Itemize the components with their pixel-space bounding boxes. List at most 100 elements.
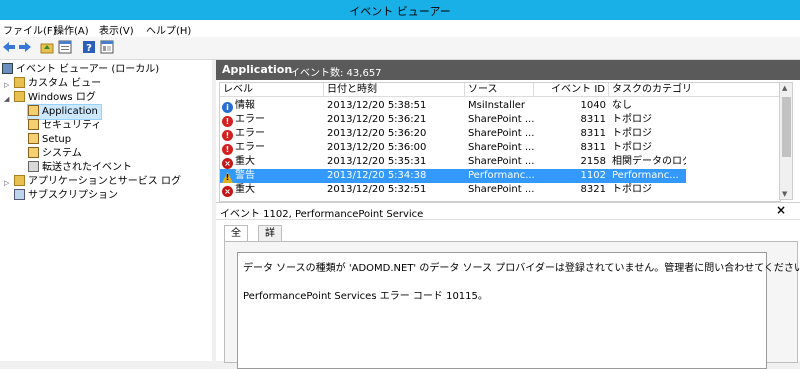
- cell-level: i 情報: [222, 99, 322, 113]
- tree-item-application[interactable]: Application: [27, 104, 102, 120]
- cell-source: SharePoint ...: [468, 114, 534, 125]
- message-line-2: PerformancePoint Services エラー コード 10115。: [243, 291, 488, 302]
- level-label: 重大: [235, 184, 255, 195]
- cell-category: なし: [612, 100, 632, 111]
- cell-datetime: 2013/12/20 5:34:38: [327, 170, 427, 181]
- cell-datetime: 2013/12/20 5:38:51: [327, 100, 427, 111]
- help-icon[interactable]: ?: [82, 40, 96, 54]
- cell-source: SharePoint ...: [468, 128, 534, 139]
- scroll-thumb[interactable]: [782, 97, 791, 157]
- cell-category: Performanc...: [612, 170, 679, 181]
- event-grid: レベル 日付と時刻 ソース イベント ID タスクのカテゴリ i 情報 2013/1…: [219, 82, 781, 202]
- info-icon: i: [222, 102, 233, 113]
- critical-icon: ×: [222, 186, 233, 197]
- cell-datetime: 2013/12/20 5:36:21: [327, 114, 427, 125]
- column-header-level[interactable]: レベル: [220, 83, 324, 97]
- log-header: Application イベント数: 43,657: [216, 60, 800, 80]
- forward-icon[interactable]: [18, 40, 32, 54]
- table-row[interactable]: ! エラー 2013/12/20 5:36:20 SharePoint ... 8311…: [220, 127, 686, 141]
- column-header-datetime[interactable]: 日付と時刻: [324, 83, 465, 97]
- tree-item-label: Windows ログ: [28, 92, 96, 103]
- cell-level: ! エラー: [222, 127, 322, 141]
- event-count: イベント数: 43,657: [290, 68, 382, 79]
- detail-panel: データ ソースの種類が 'ADOMD.NET' のデータ ソース プロバイダーは…: [224, 241, 800, 369]
- cell-category: トポロジ: [612, 184, 652, 195]
- cell-level: ! エラー: [222, 141, 322, 155]
- tree-item-label: Setup: [42, 134, 72, 145]
- tree-item-label: Application: [42, 106, 98, 117]
- level-label: 警告: [235, 170, 255, 181]
- log-icon: [28, 105, 39, 116]
- cell-source: SharePoint ...: [468, 184, 534, 195]
- column-header-event-id[interactable]: イベント ID: [534, 83, 609, 97]
- table-row[interactable]: ! エラー 2013/12/20 5:36:21 SharePoint ... 8311…: [220, 113, 686, 127]
- tree-item-subscriptions[interactable]: サブスクリプション: [14, 189, 118, 203]
- table-row[interactable]: × 重大 2013/12/20 5:32:51 SharePoint ... 8321 ト…: [220, 183, 686, 197]
- cell-level: ! 警告: [222, 169, 322, 183]
- cell-event-id: 2158: [580, 156, 606, 167]
- event-message[interactable]: データ ソースの種類が 'ADOMD.NET' のデータ ソース プロバイダーは…: [237, 252, 800, 369]
- subscription-icon: [14, 189, 25, 200]
- expand-arrow-icon[interactable]: ▷: [4, 81, 9, 89]
- tree-item-app-service-logs[interactable]: アプリケーションとサービス ログ: [14, 175, 181, 189]
- table-row[interactable]: i 情報 2013/12/20 5:38:51 MsiInstaller 1040 なし: [220, 99, 686, 113]
- message-line-1: データ ソースの種類が 'ADOMD.NET' のデータ ソース プロバイダーは…: [243, 263, 800, 274]
- tree-root[interactable]: イベント ビューアー (ローカル): [2, 63, 159, 77]
- log-icon: [28, 133, 39, 144]
- tree-item-system[interactable]: システム: [28, 147, 82, 161]
- column-header-category[interactable]: タスクのカテゴリ: [609, 83, 780, 97]
- console-icon[interactable]: [100, 40, 114, 54]
- main-pane: Application イベント数: 43,657 レベル 日付と時刻 ソース …: [216, 60, 800, 369]
- tree-item-label: システム: [42, 148, 82, 159]
- tree-item-setup[interactable]: Setup: [28, 133, 71, 147]
- level-label: エラー: [235, 128, 265, 139]
- log-icon: [28, 147, 39, 158]
- table-row[interactable]: × 重大 2013/12/20 5:35:31 SharePoint ... 2158 相…: [220, 155, 686, 169]
- tree-root-label: イベント ビューアー (ローカル): [16, 64, 160, 75]
- collapse-arrow-icon[interactable]: ◢: [4, 95, 9, 103]
- detail-header: イベント 1102, PerformancePoint Service ×: [216, 202, 800, 220]
- cell-event-id: 8311: [580, 142, 606, 153]
- menu-file[interactable]: ファイル(F): [3, 22, 57, 37]
- log-name: Application: [222, 63, 293, 76]
- detail-title: イベント 1102, PerformancePoint Service: [220, 209, 424, 220]
- scroll-down-icon[interactable]: ▼: [782, 190, 787, 198]
- properties-icon[interactable]: [58, 40, 72, 54]
- folder-icon: [14, 175, 25, 186]
- level-label: 重大: [235, 156, 255, 167]
- table-row[interactable]: ! エラー 2013/12/20 5:36:00 SharePoint ... 8311…: [220, 141, 686, 155]
- menu-view[interactable]: 表示(V): [99, 22, 134, 37]
- cell-event-id: 8311: [580, 128, 606, 139]
- error-icon: !: [222, 116, 233, 127]
- tree-item-custom-views[interactable]: カスタム ビュー: [14, 77, 101, 91]
- cell-datetime: 2013/12/20 5:36:00: [327, 142, 427, 153]
- grid-scrollbar[interactable]: ▲ ▼: [779, 82, 793, 200]
- cell-event-id: 8311: [580, 114, 606, 125]
- level-label: エラー: [235, 114, 265, 125]
- log-icon: [28, 119, 39, 130]
- tree-item-windows-logs[interactable]: Windows ログ: [14, 91, 96, 105]
- cell-source: MsiInstaller: [468, 100, 525, 111]
- menu-action[interactable]: 操作(A): [54, 22, 89, 37]
- close-icon[interactable]: ×: [776, 203, 786, 217]
- folder-icon: [14, 77, 25, 88]
- cell-event-id: 1102: [580, 170, 606, 181]
- folder-up-icon[interactable]: [40, 40, 54, 54]
- tree-item-label: 転送されたイベント: [42, 162, 132, 173]
- expand-arrow-icon[interactable]: ▷: [4, 179, 9, 187]
- menu-help[interactable]: ヘルプ(H): [146, 22, 191, 37]
- toolbar: ?: [0, 37, 800, 60]
- back-icon[interactable]: [2, 40, 16, 54]
- level-label: 情報: [235, 100, 255, 111]
- table-row[interactable]: ! 警告 2013/12/20 5:34:38 Performanc... 1102 Pe…: [220, 169, 686, 183]
- column-header-source[interactable]: ソース: [465, 83, 534, 97]
- level-label: エラー: [235, 142, 265, 153]
- svg-text:?: ?: [86, 43, 92, 54]
- scroll-up-icon[interactable]: ▲: [782, 84, 787, 92]
- cell-source: SharePoint ...: [468, 142, 534, 153]
- cell-category: 相関データのログ: [612, 156, 686, 167]
- tree-item-forwarded-events[interactable]: 転送されたイベント: [28, 161, 132, 175]
- tree-item-security[interactable]: セキュリティ: [28, 119, 101, 133]
- folder-icon: [14, 91, 25, 102]
- tab-details[interactable]: 詳細: [258, 225, 282, 255]
